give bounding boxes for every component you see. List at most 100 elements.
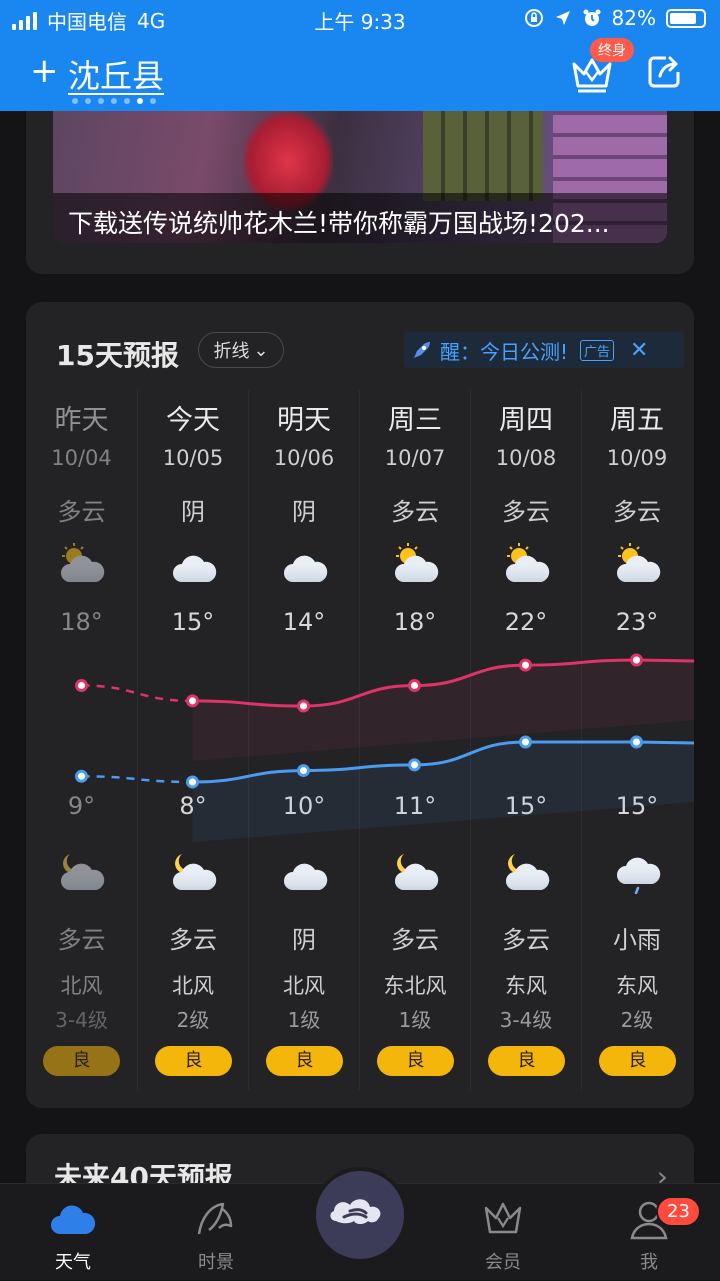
aqi-badge: 良 [43,1046,120,1076]
wind-direction: 东风 [505,974,547,998]
partly-cloudy-day-icon [56,540,108,586]
low-temp: 10° [282,792,326,820]
forecast-day-column[interactable]: 明天 10/06 阴 14° 10° 阴北风 1级良 [248,390,359,1090]
partly-cloudy-day-icon [612,540,664,586]
partly-cloudy-day-icon [501,540,553,586]
forecast-day-column[interactable]: 昨天 10/04 多云 18° 9° 多云 北风 3-4级良 [26,390,137,1090]
add-city-button[interactable]: + [30,54,59,88]
chart-mode-label: 折线 [213,341,250,362]
tab-vip[interactable]: 会员 [448,1184,558,1281]
page-indicator [72,98,156,104]
page-dot [124,98,130,104]
cloudy-icon [279,848,331,894]
me-notification-badge: 23 [656,1196,701,1227]
day-date: 10/05 [162,446,224,470]
high-temp: 23° [615,608,659,636]
close-ad-icon[interactable]: ✕ [630,338,648,363]
ad-card[interactable]: 下载送传说统帅花木兰!带你称霸万国战场!202... [26,111,694,274]
tab-scenery[interactable]: 时景 [161,1184,271,1281]
aqi-badge: 良 [599,1046,676,1076]
light-rain-icon [612,848,664,895]
wind-level: 2级 [176,1008,210,1032]
tab-vip-label: 会员 [485,1252,521,1273]
night-condition: 多云 [391,926,439,954]
share-icon[interactable] [646,54,682,90]
forecast-ad-strip[interactable]: 醒：今日公测! 广告 ✕ [404,332,684,368]
day-name: 昨天 [54,405,109,436]
page-dot [137,98,143,104]
forecast-day-column[interactable]: 周四 10/08 多云 22° 15° 多云 东风 3-4级良 [470,390,581,1090]
city-name[interactable]: 沈丘县 [68,51,164,97]
day-name: 周四 [499,405,553,436]
wind-level: 1级 [287,1008,321,1032]
tab-me-label: 我 [640,1252,658,1273]
day-name: 周三 [388,405,442,436]
day-date: 10/07 [384,446,446,470]
cloud-center-icon [330,1199,381,1224]
partly-cloudy-day-icon [390,540,442,586]
night-condition: 多云 [57,926,106,954]
high-temp: 18° [60,608,103,636]
day-condition: 阴 [181,498,205,526]
low-temp: 15° [615,792,659,820]
night-condition: 多云 [502,926,550,954]
high-temp: 15° [171,608,215,636]
ad-title[interactable]: 下载送传说统帅花木兰!带你称霸万国战场!202... [68,204,648,240]
forecast-day-column[interactable]: 今天 10/05 阴 15° 8° 多云 北风 2级良 [137,390,248,1090]
low-temp: 15° [504,792,548,820]
low-temp: 11° [393,792,437,820]
day-date: 10/04 [51,446,112,470]
aqi-badge: 良 [155,1046,232,1076]
rocket-icon [414,342,430,358]
crown-icon [484,1202,522,1234]
partly-cloudy-night-icon [56,848,108,894]
day-condition: 多云 [57,498,106,526]
battery-percent: 82% [611,6,656,30]
day-name: 周五 [610,405,664,436]
wind-level: 3-4级 [55,1008,108,1032]
day-date: 10/09 [606,446,668,470]
night-condition: 多云 [169,926,217,954]
night-condition: 阴 [292,926,316,954]
forecast-card: 15天预报 折线 ⌄ 醒：今日公测! 广告 ✕ 昨天 10/04 多云 18° 9° 多云北… [26,302,694,1108]
day-condition: 阴 [292,498,316,526]
day-date: 10/08 [495,446,557,470]
page-dot [72,98,78,104]
location-icon [555,11,570,25]
status-bar: 中国电信 4G 上午 9:33 82% [0,0,720,36]
chevron-down-icon: ⌄ [253,339,269,361]
low-temp: 9° [67,792,96,820]
low-temp: 8° [179,792,207,820]
page-dot [85,98,91,104]
battery-icon [666,8,706,28]
day-condition: 多云 [391,498,439,526]
forecast-day-column[interactable]: 周五 10/09 多云 23° 15° 小雨 东风 2级良 [581,390,692,1090]
lock-rotation-icon [524,9,543,27]
wind-direction: 东北风 [383,974,447,998]
vip-lifetime-badge: 终身 [590,38,634,62]
aqi-badge: 良 [266,1046,343,1076]
center-action-button[interactable] [312,1167,408,1263]
page-dot [98,98,104,104]
wind-direction: 北风 [172,974,214,998]
app-header: + 沈丘县 终身 [0,36,720,111]
forecast-day-column[interactable]: 周三 10/07 多云 18° 11° 多云 东北风 1级良 [359,390,470,1090]
day-condition: 多云 [502,498,550,526]
tab-scenery-label: 时景 [198,1252,234,1273]
partly-cloudy-night-icon [390,848,442,894]
tab-weather[interactable]: 天气 [18,1184,128,1281]
weather-cloud-icon [51,1205,96,1234]
day-condition: 多云 [613,498,661,526]
high-temp: 18° [393,608,437,636]
cloudy-icon [279,540,331,586]
page-dot [111,98,117,104]
alarm-icon [583,9,601,26]
cloudy-icon [168,540,220,586]
chart-mode-button[interactable]: 折线 ⌄ [198,332,284,368]
wind-direction: 东风 [616,974,658,998]
page-dot [150,98,156,104]
forecast-ad-text[interactable]: 醒：今日公测! [440,336,568,365]
scenery-icon [197,1202,233,1235]
wind-level: 1级 [398,1008,432,1032]
forecast-title: 15天预报 [56,339,179,372]
